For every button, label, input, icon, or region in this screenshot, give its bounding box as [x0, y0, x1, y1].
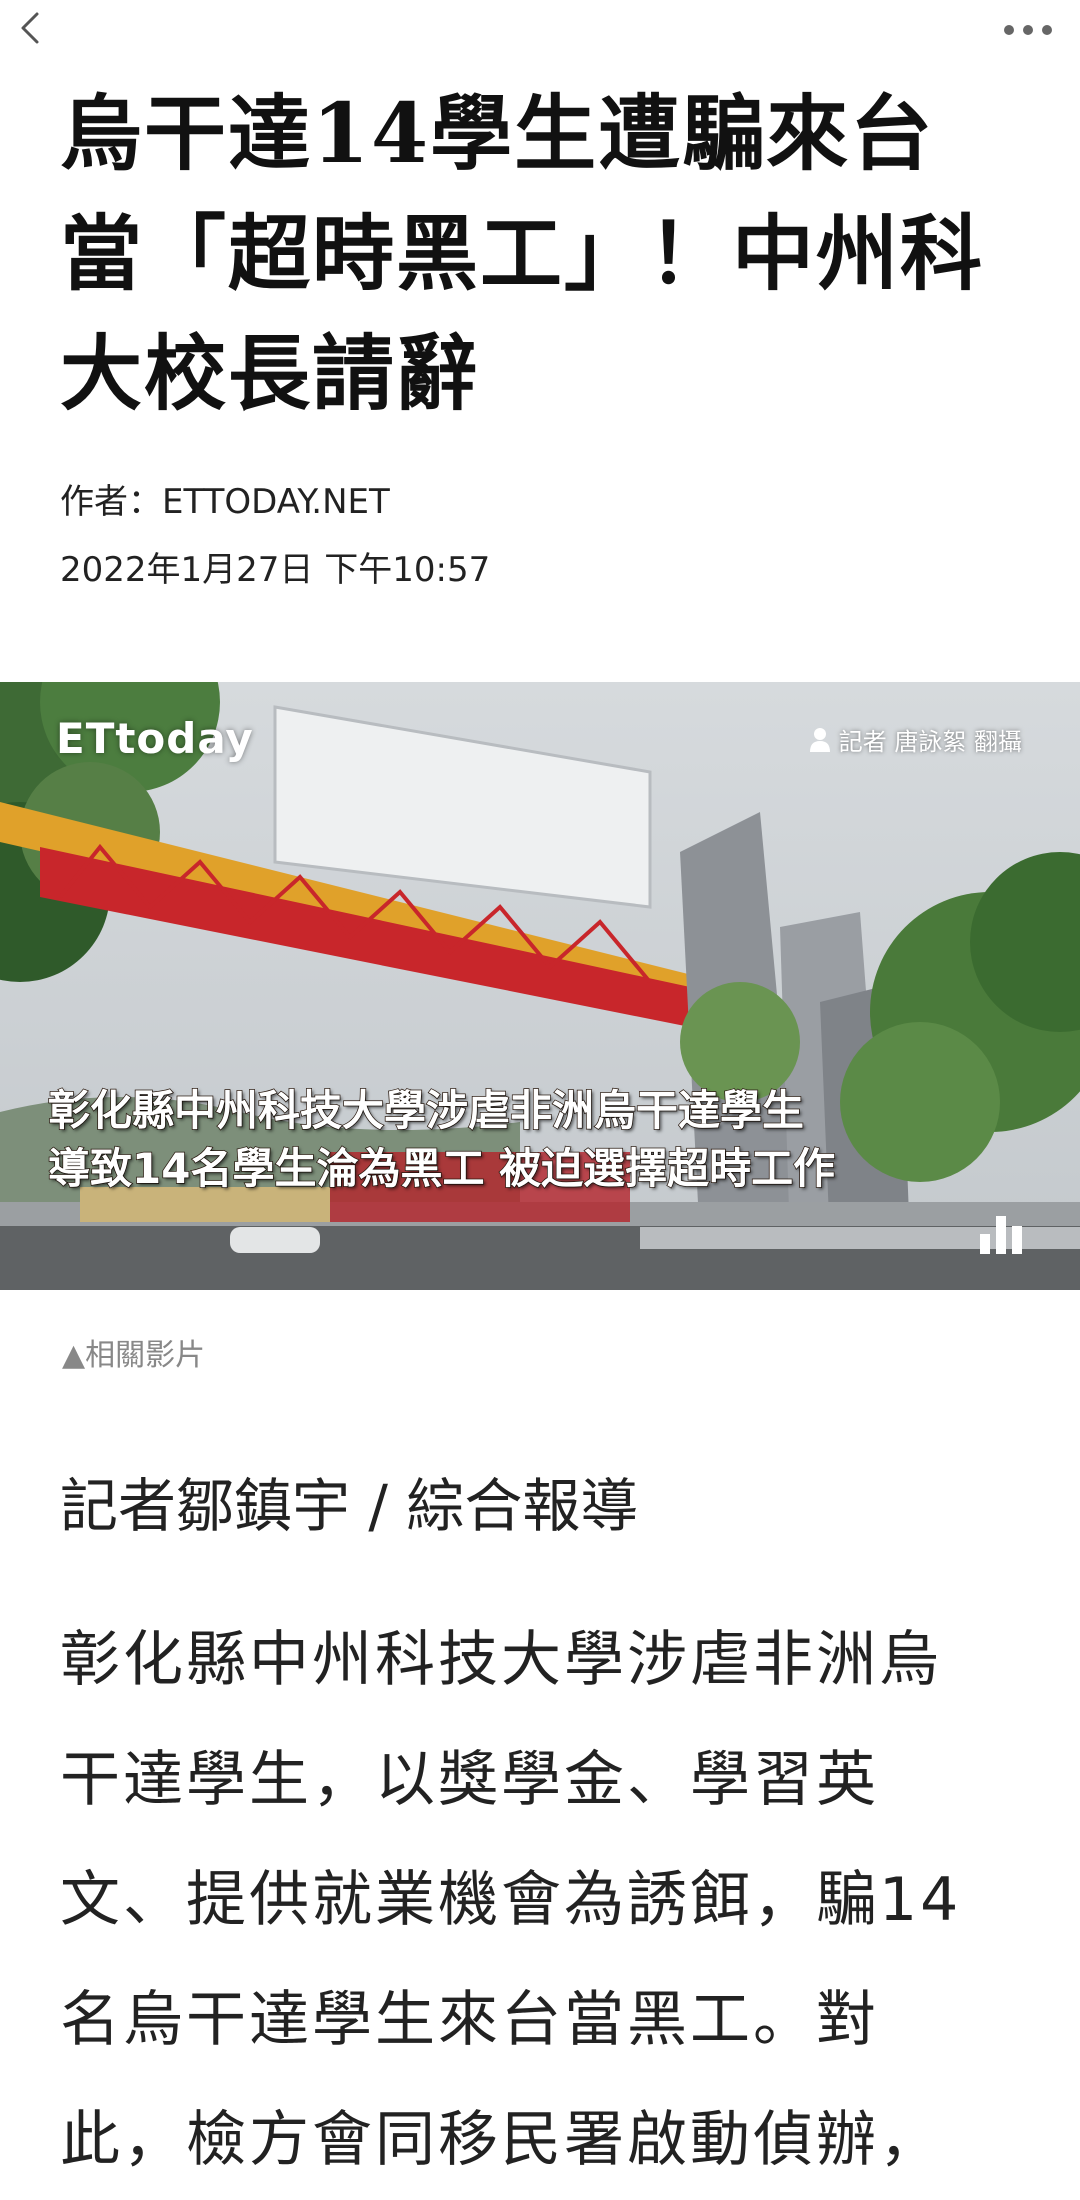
article-body-line: 此，檢方會同移民署啟動偵辦，: [60, 2105, 942, 2175]
back-button[interactable]: [10, 6, 50, 50]
video-caption-line: 導致14名學生淪為黑工 被迫選擇超時工作: [47, 1143, 836, 1194]
person-icon: [809, 727, 830, 752]
video-credit-text: 記者 唐詠絮 翻攝: [838, 728, 1022, 756]
video-caption-line: 彰化縣中州科技大學涉虐非洲烏干達學生: [47, 1085, 805, 1136]
article-body: 彰化縣中州科技大學涉虐非洲烏 干達學生，以獎學金、學習英 文、提供就業機會為誘餌…: [60, 1600, 1020, 2200]
article-body-line: 干達學生，以獎學金、學習英: [60, 1745, 879, 1815]
related-video-label: ▲相關影片: [62, 1338, 206, 1373]
video-credit: 記者 唐詠絮 翻攝: [809, 722, 1022, 757]
article-body-line: 彰化縣中州科技大學涉虐非洲烏: [60, 1625, 942, 1695]
article-title: 烏干達14學生遭騙來台 當「超時黑工」！中州科 大校長請辭: [60, 74, 1040, 434]
article-title-line: 當「超時黑工」！中州科: [60, 206, 985, 302]
article-title-line: 大校長請辭: [60, 326, 481, 422]
top-bar: [0, 0, 1080, 60]
article-date: 2022年1月27日 下午10:57: [60, 550, 491, 590]
article-byline: 記者鄒鎮宇 / 綜合報導: [60, 1472, 639, 1540]
video-logo: ETtoday: [56, 714, 254, 763]
video-thumbnail-image: [0, 682, 1080, 1290]
related-video-player[interactable]: ETtoday 記者 唐詠絮 翻攝 彰化縣中州科技大學涉虐非洲烏干達學生 導致1…: [0, 682, 1080, 1290]
more-options-button[interactable]: [996, 10, 1060, 50]
article-body-line: 文、提供就業機會為誘餌，騙14: [60, 1865, 962, 1935]
more-horizontal-icon: [1004, 25, 1052, 35]
video-caption: 彰化縣中州科技大學涉虐非洲烏干達學生 導致14名學生淪為黑工 被迫選擇超時工作: [47, 1082, 1048, 1198]
article-author: 作者：ETTODAY.NET: [60, 482, 390, 522]
chevron-left-icon: [21, 12, 39, 44]
bar-chart-icon: [980, 1216, 1022, 1254]
article-title-line: 烏干達14學生遭騙來台: [60, 86, 935, 182]
article-body-line: 名烏干達學生來台當黑工。對: [60, 1985, 879, 2055]
